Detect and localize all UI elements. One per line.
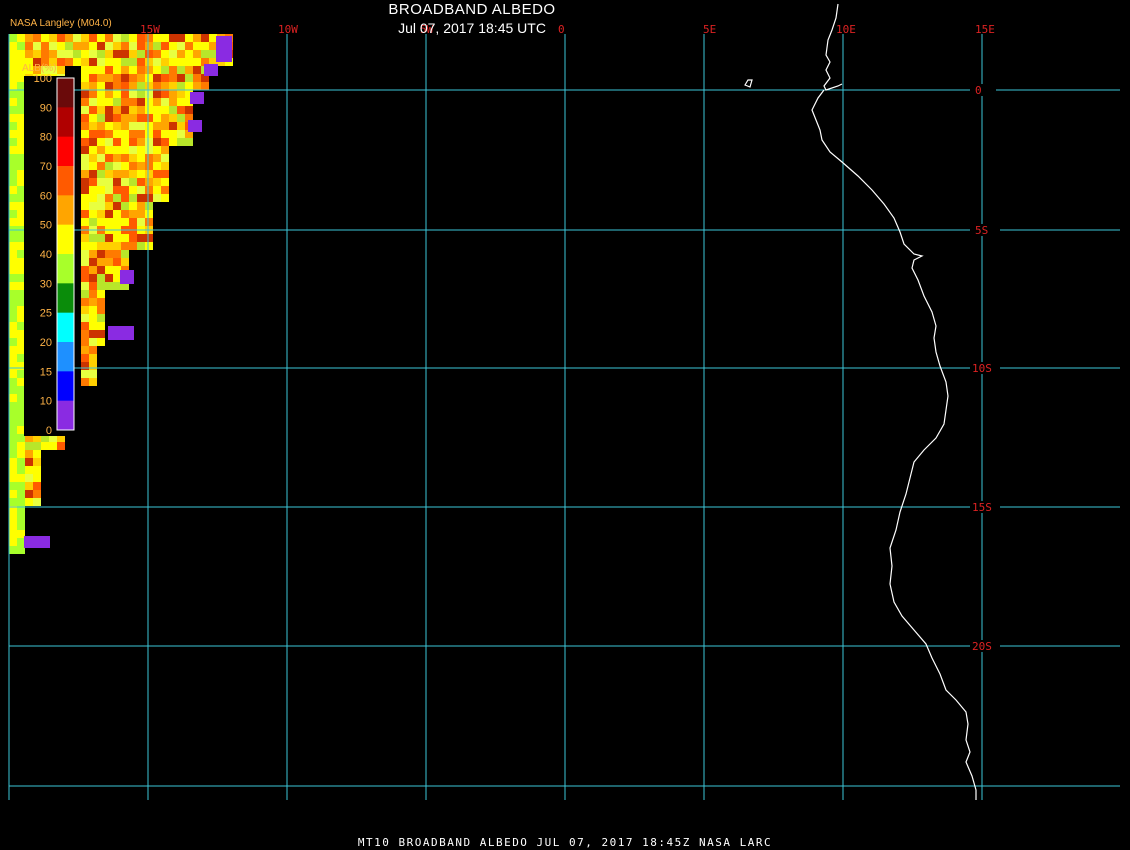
lat-label-10s: 10S [972, 362, 992, 375]
albedo-map: 15W 10W 5W 0 5E 10E 15E 0 5S 10S 15S 20S… [8, 3, 1120, 800]
legend-swatch [57, 224, 74, 255]
footer-caption: MT10 BROADBAND ALBEDO JUL 07, 2017 18:45… [357, 836, 773, 849]
legend-tick-label: 30 [40, 278, 52, 290]
legend-tick-label: 90 [40, 102, 52, 114]
legend-tick-label: 50 [40, 220, 52, 232]
credit-label: NASA Langley (M04.0) [10, 18, 112, 29]
legend-swatch [57, 195, 74, 226]
coastline [811, 3, 977, 800]
legend-tick-label: 100 [34, 73, 52, 85]
legend-tick-label: 15 [40, 366, 52, 378]
legend-swatch [57, 371, 74, 402]
legend-swatch [57, 136, 74, 167]
legend-swatch [57, 342, 74, 372]
latitude-labels: 0 5S 10S 15S 20S [970, 84, 1000, 653]
legend-tick-label: 60 [40, 190, 52, 202]
legend-tick-label: 20 [40, 337, 52, 349]
albedo-legend: ALB(%) 10090807060504030252015100 [22, 63, 75, 437]
island [744, 79, 753, 88]
map-timestamp: Jul 07, 2017 18:45 UTC [398, 20, 546, 36]
legend-tick-label: 70 [40, 161, 52, 173]
lon-label-15e: 15E [975, 23, 995, 36]
legend-swatch [57, 312, 74, 343]
legend-tick-label: 25 [40, 308, 52, 320]
legend-swatch [57, 400, 74, 431]
legend-tick-label: 10 [40, 396, 52, 408]
lat-label-5s: 5S [975, 224, 988, 237]
map-title: BROADBAND ALBEDO [388, 1, 556, 18]
lat-label-20s: 20S [972, 640, 992, 653]
legend-swatch [57, 254, 74, 284]
lat-label-15s: 15S [972, 501, 992, 514]
legend-tick-label: 0 [46, 425, 52, 437]
lat-label-0: 0 [975, 84, 982, 97]
legend-tick-label: 40 [40, 249, 52, 261]
legend-swatch [57, 78, 74, 108]
legend-swatch [57, 107, 74, 138]
legend-tick-label: 80 [40, 132, 52, 144]
legend-swatch [57, 283, 74, 314]
legend-swatch [57, 166, 74, 196]
graticule [8, 34, 1120, 800]
